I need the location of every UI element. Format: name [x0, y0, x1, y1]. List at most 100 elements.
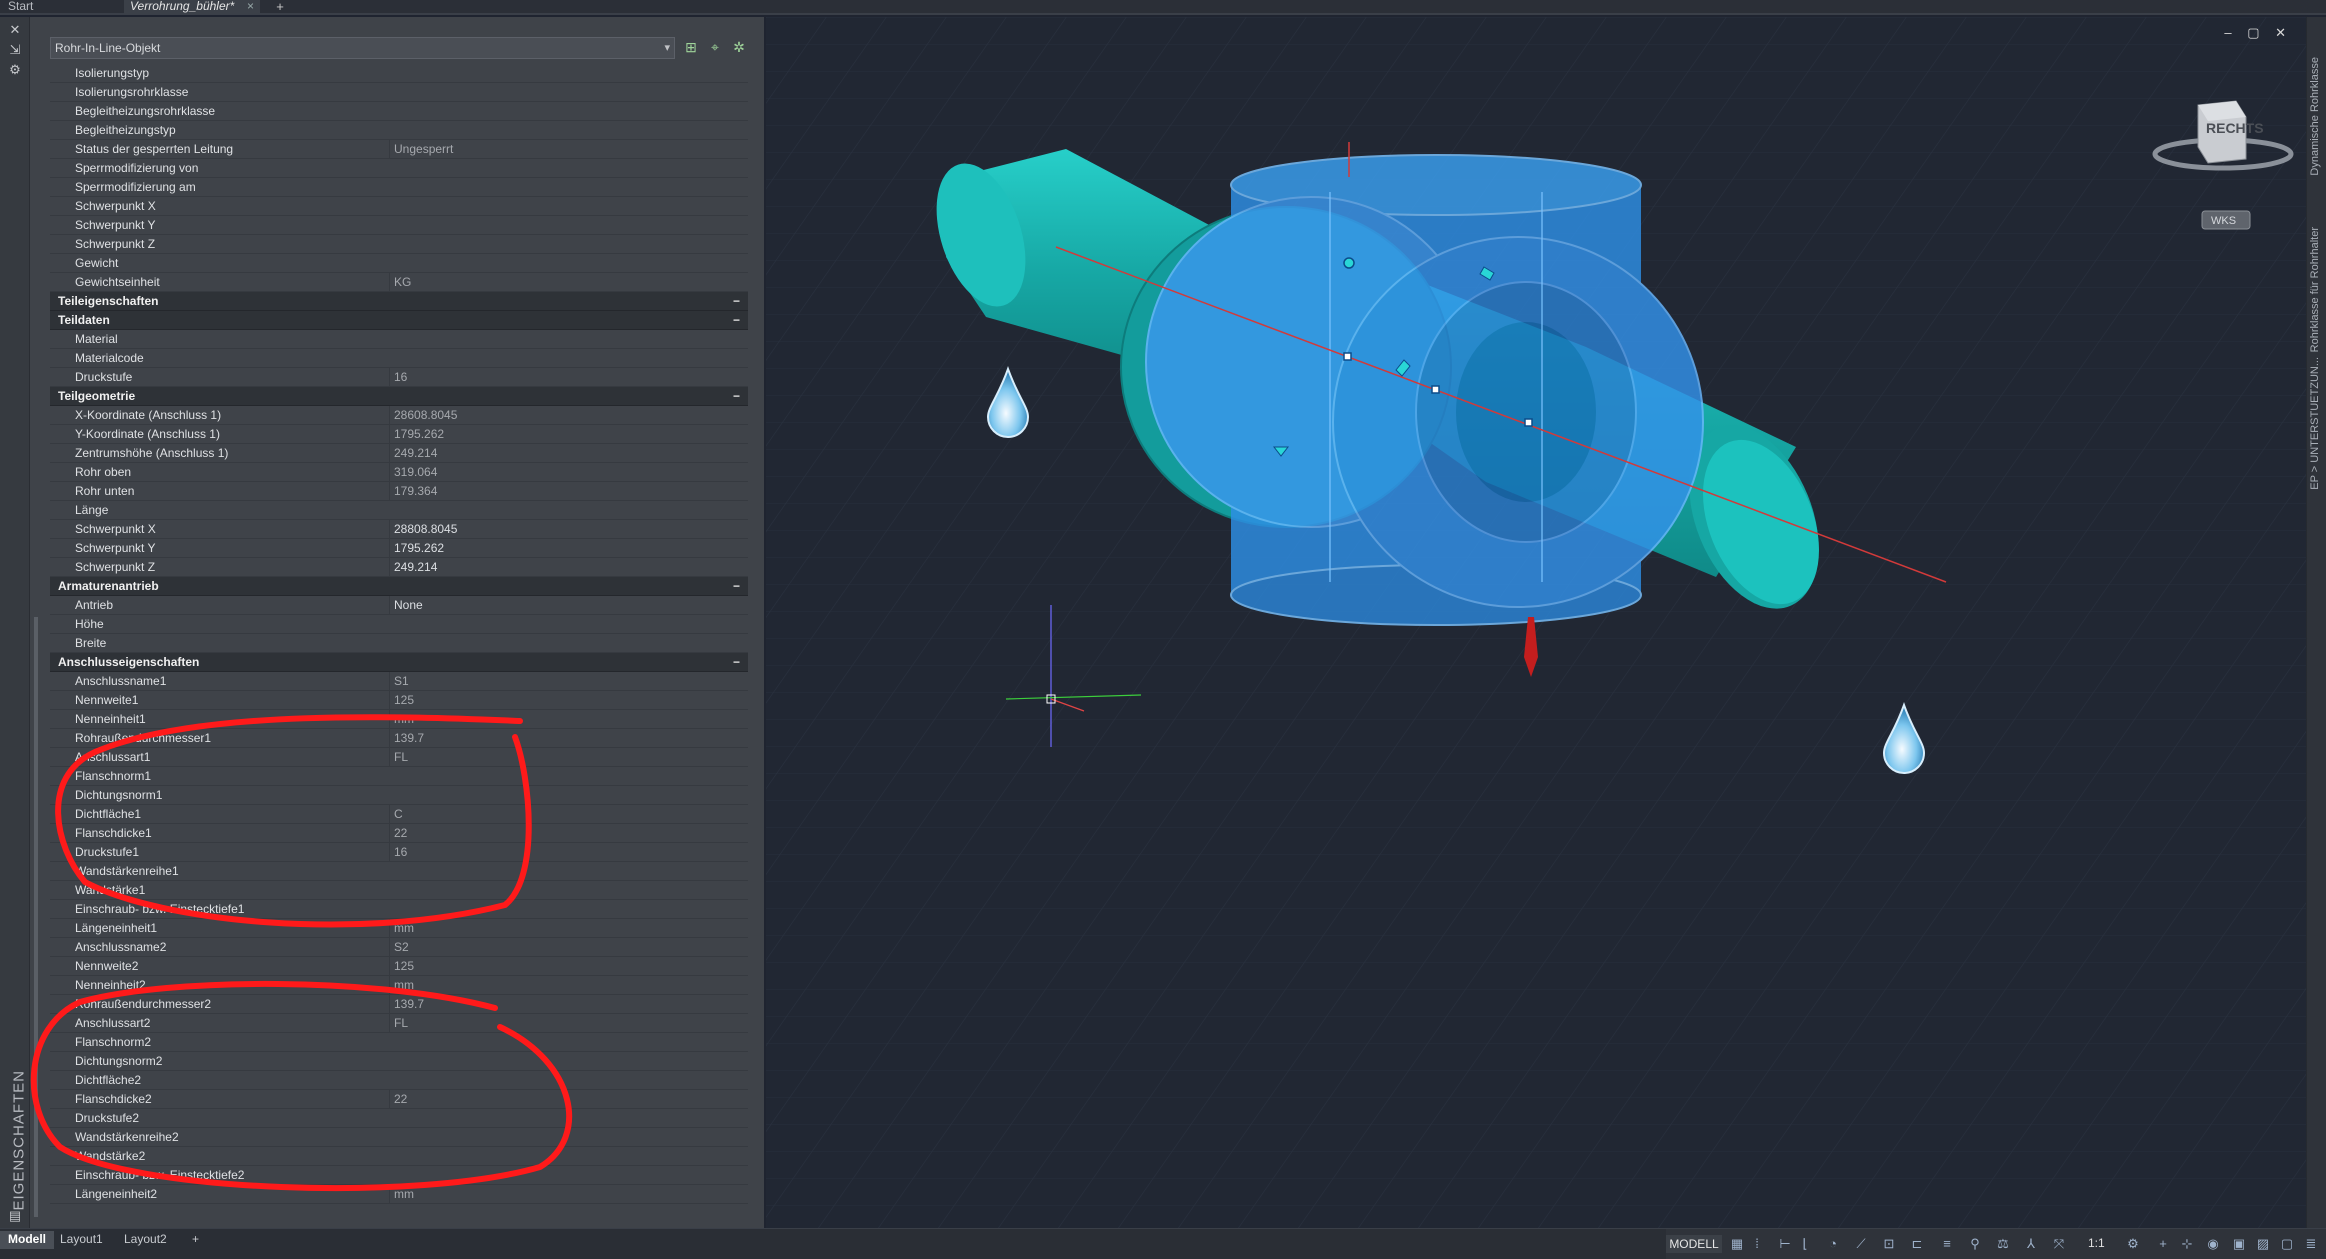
property-value[interactable]: mm [389, 710, 748, 728]
property-row[interactable]: Längeneinheit1 mm [50, 919, 748, 938]
ucs-icon[interactable]: ⅄ [2024, 1237, 2038, 1251]
3d-scene[interactable]: RECHTS WKS [766, 17, 2306, 1228]
property-row[interactable]: Anschlussname1 S1 [50, 672, 748, 691]
annotation-visibility-icon[interactable]: ⚲ [1968, 1237, 1982, 1251]
property-row[interactable]: Begleitheizungsrohrklasse [50, 102, 748, 121]
property-row[interactable]: Status der gesperrten Leitung Ungesperrt [50, 140, 748, 159]
property-row[interactable]: Anschlussname2 S2 [50, 938, 748, 957]
property-row[interactable]: Dichtungsnorm1 [50, 786, 748, 805]
isodraft-icon[interactable]: ⟋ [1854, 1237, 1868, 1251]
property-value[interactable]: 139.7 [389, 995, 748, 1013]
property-value[interactable]: C [389, 805, 748, 823]
property-row[interactable]: Längeneinheit2 mm [50, 1185, 748, 1204]
property-row[interactable]: Isolierungsrohrklasse [50, 83, 748, 102]
property-row[interactable]: Flanschdicke1 22 [50, 824, 748, 843]
property-row[interactable]: Nennweite2 125 [50, 957, 748, 976]
gear-icon[interactable]: ⚙ [2126, 1237, 2140, 1251]
grid-icon[interactable]: ▦ [1730, 1237, 1744, 1251]
annotation-scale-icon[interactable]: ⚖ [1996, 1237, 2010, 1251]
section-anschlusseigenschaften[interactable]: Anschlusseigenschaften − [50, 653, 748, 672]
property-value[interactable]: 22 [389, 824, 748, 842]
property-value[interactable]: 125 [389, 691, 748, 709]
model-space-button[interactable]: MODELL [1666, 1235, 1722, 1253]
palette-tab[interactable]: EP > UNTERSTUETZUN... [2309, 357, 2325, 490]
tab-modell[interactable]: Modell [0, 1231, 54, 1249]
property-row[interactable]: Einschraub- bzw. Einstecktiefe2 [50, 1166, 748, 1185]
collapse-icon[interactable]: − [733, 653, 740, 671]
property-value[interactable]: Ungesperrt [389, 140, 748, 158]
property-row[interactable]: Flanschnorm1 [50, 767, 748, 786]
quick-select-icon[interactable]: ✲ [730, 38, 748, 56]
add-layout-button[interactable]: + [184, 1231, 207, 1249]
property-value[interactable]: FL [389, 1014, 748, 1032]
ucs-menu[interactable]: WKS [2201, 210, 2251, 230]
section-teildaten[interactable]: Teildaten − [50, 311, 748, 330]
property-value[interactable]: 249.214 [389, 558, 748, 576]
property-value[interactable]: 16 [389, 368, 748, 386]
property-row[interactable]: Höhe [50, 615, 748, 634]
property-row[interactable]: Schwerpunkt Z 249.214 [50, 558, 748, 577]
property-row[interactable]: Dichtfläche2 [50, 1071, 748, 1090]
polar-icon[interactable]: ◔ [1826, 1237, 1840, 1251]
section-teileigenschaften[interactable]: Teileigenschaften − [50, 292, 748, 311]
property-row[interactable]: Begleitheizungstyp [50, 121, 748, 140]
palette-menu-icon[interactable]: ▤ [8, 1209, 22, 1223]
property-row[interactable]: Flanschnorm2 [50, 1033, 748, 1052]
property-row[interactable]: Y-Koordinate (Anschluss 1) 1795.262 [50, 425, 748, 444]
property-value[interactable]: mm [389, 919, 748, 937]
model-viewport[interactable]: RECHTS WKS – ▢ ✕ [766, 17, 2306, 1228]
property-row[interactable]: Rohr oben 319.064 [50, 463, 748, 482]
property-row[interactable]: Gewichtseinheit KG [50, 273, 748, 292]
property-row[interactable]: Rohraußendurchmesser2 139.7 [50, 995, 748, 1014]
property-row[interactable]: Länge [50, 501, 748, 520]
isolate-objects-icon[interactable]: ▣ [2232, 1237, 2246, 1251]
palette-settings-icon[interactable]: ⚙ [8, 63, 22, 77]
property-row[interactable]: Rohraußendurchmesser1 139.7 [50, 729, 748, 748]
property-value[interactable]: 1795.262 [389, 425, 748, 443]
property-row[interactable]: Anschlussart1 FL [50, 748, 748, 767]
tab-layout1[interactable]: Layout1 [52, 1231, 111, 1249]
property-row[interactable]: Wandstärke1 [50, 881, 748, 900]
property-value[interactable]: mm [389, 1185, 748, 1203]
property-row[interactable]: Schwerpunkt Y 1795.262 [50, 539, 748, 558]
property-value[interactable]: 319.064 [389, 463, 748, 481]
object-type-dropdown[interactable]: Rohr-In-Line-Objekt ▾ [50, 37, 675, 59]
property-row[interactable]: Wandstärkenreihe1 [50, 862, 748, 881]
palette-tab[interactable]: Rohrklasse für Rohrhalter [2309, 227, 2325, 352]
tab-layout2[interactable]: Layout2 [116, 1231, 175, 1249]
annotation-scale-value[interactable]: 1:1 [2088, 1236, 2105, 1250]
property-value[interactable]: 28808.8045 [389, 520, 748, 538]
property-row[interactable]: Schwerpunkt Z [50, 235, 748, 254]
property-value[interactable]: 139.7 [389, 729, 748, 747]
property-row[interactable]: Dichtungsnorm2 [50, 1052, 748, 1071]
property-value[interactable]: mm [389, 976, 748, 994]
annotation-autoscale-icon[interactable]: ⤧ [2052, 1237, 2066, 1251]
lineweight-icon[interactable]: ≡ [1940, 1237, 1954, 1251]
new-tab-button[interactable]: + [268, 0, 292, 14]
property-value[interactable]: 249.214 [389, 444, 748, 462]
property-row[interactable]: Flanschdicke2 22 [50, 1090, 748, 1109]
toggle-pickadd-icon[interactable]: ⊞ [682, 38, 700, 56]
close-icon[interactable]: ✕ [8, 23, 22, 37]
property-row[interactable]: Einschraub- bzw. Einstecktiefe1 [50, 900, 748, 919]
property-row[interactable]: Sperrmodifizierung von [50, 159, 748, 178]
property-row[interactable]: Wandstärkenreihe2 [50, 1128, 748, 1147]
property-row[interactable]: Isolierungstyp [50, 64, 748, 83]
snap-icon[interactable]: ⁞ [1750, 1237, 1764, 1251]
collapse-icon[interactable]: − [733, 292, 740, 310]
property-value[interactable]: 28608.8045 [389, 406, 748, 424]
palette-scrollbar[interactable] [34, 617, 38, 1217]
property-row[interactable]: Rohr unten 179.364 [50, 482, 748, 501]
file-tab-document[interactable]: Verrohrung_bühler* × [124, 0, 260, 14]
property-value[interactable]: KG [389, 273, 748, 291]
property-value[interactable]: 22 [389, 1090, 748, 1108]
selection-cycling-icon[interactable]: ⊹ [2180, 1237, 2194, 1251]
ortho-icon[interactable]: ⌊ [1798, 1237, 1812, 1251]
infer-icon[interactable]: ⊢ [1778, 1237, 1792, 1251]
close-icon[interactable]: × [247, 0, 254, 13]
auto-hide-icon[interactable]: ⇲ [8, 43, 22, 57]
property-row[interactable]: Nennweite1 125 [50, 691, 748, 710]
customize-icon[interactable]: ≣ [2304, 1237, 2318, 1251]
property-row[interactable]: Druckstufe 16 [50, 368, 748, 387]
select-objects-icon[interactable]: ⌖ [706, 38, 724, 56]
